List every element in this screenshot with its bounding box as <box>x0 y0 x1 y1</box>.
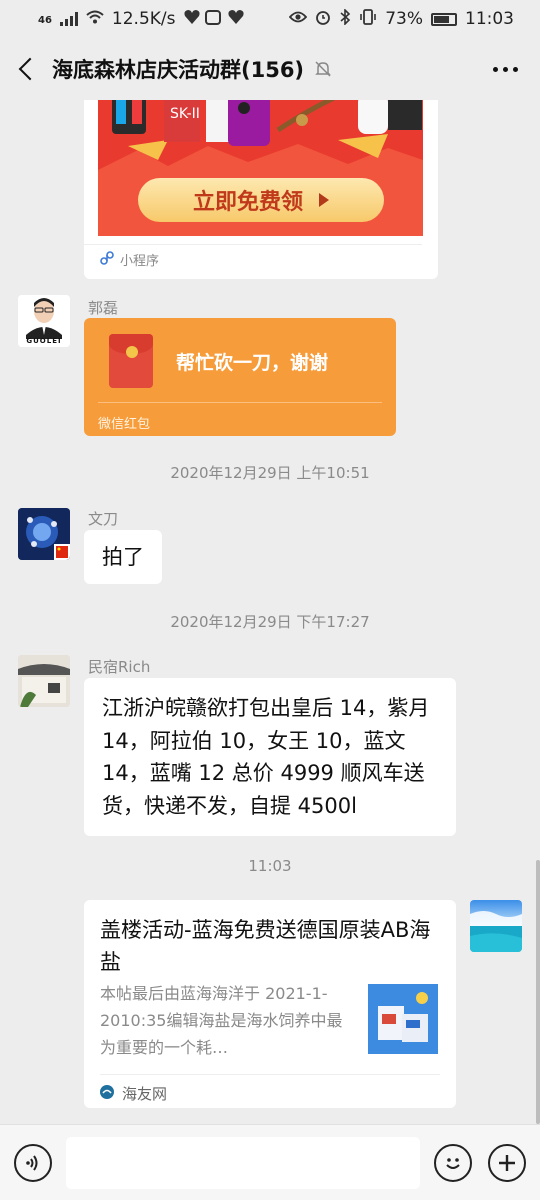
avatar-caption: GUOLEI <box>26 337 62 345</box>
link-source-name: 海友网 <box>122 1085 168 1103</box>
health-icon <box>183 9 246 30</box>
claim-free-button[interactable]: 立即免费领 <box>138 178 384 222</box>
red-packet-message[interactable]: 帮忙砍一刀，谢谢 微信红包 <box>84 318 396 436</box>
bluetooth-icon <box>339 7 351 30</box>
timestamp: 11:03 <box>248 857 292 875</box>
timestamp: 2020年12月29日 上午10:51 <box>170 464 370 482</box>
voice-icon <box>26 1155 38 1171</box>
clock: 11:03 <box>465 9 514 29</box>
mini-program-footer: 小程序 <box>84 244 422 274</box>
vibrate-icon <box>359 8 377 30</box>
avatar-guolei[interactable]: GUOLEI <box>18 295 70 347</box>
add-button[interactable] <box>488 1144 526 1182</box>
back-arrow-icon <box>18 57 42 81</box>
voice-button[interactable] <box>14 1144 52 1182</box>
sender-name: 民宿Rich <box>88 658 151 676</box>
mini-program-icon <box>100 250 114 269</box>
mini-program-card[interactable]: SK-II 立即免费领 小程序 <box>84 100 438 279</box>
link-card[interactable]: 盖楼活动-蓝海免费送德国原装AB海盐 本帖最后由蓝海海洋于 2021-1-201… <box>84 900 456 1108</box>
red-packet-icon <box>109 334 153 388</box>
input-bar <box>0 1124 540 1200</box>
status-bar: 46 12.5K/s 73% 11:03 <box>0 0 540 38</box>
alarm-icon <box>315 9 331 30</box>
chat-header: 海底森林店庆活动群(156) <box>0 38 540 100</box>
emoji-button[interactable] <box>434 1144 472 1182</box>
mini-program-label: 小程序 <box>120 254 160 269</box>
plus-icon <box>499 1155 515 1171</box>
avatar-wendao[interactable] <box>18 508 70 560</box>
chat-area[interactable]: SK-II 立即免费领 小程序 GUOLEI 郭磊 帮忙砍一刀，谢谢 微信红包 … <box>0 100 540 1124</box>
haiyou-logo-icon <box>100 1084 114 1103</box>
play-triangle-icon <box>319 193 329 207</box>
timestamp: 2020年12月29日 下午17:27 <box>170 613 370 631</box>
red-packet-text: 帮忙砍一刀，谢谢 <box>176 352 329 374</box>
sender-name: 郭磊 <box>88 299 119 317</box>
chat-scrollbar[interactable] <box>536 860 540 1124</box>
sender-name: 文刀 <box>88 510 119 528</box>
signal-icon <box>59 12 78 26</box>
eye-icon <box>288 9 308 29</box>
battery-percent: 73% <box>385 9 423 29</box>
more-options-button[interactable] <box>470 38 540 100</box>
chat-title: 海底森林店庆活动群(156) <box>52 58 305 82</box>
message-bubble[interactable]: 拍了 <box>84 530 162 584</box>
link-description: 本帖最后由蓝海海洋于 2021-1-2010:35编辑海盐是海水饲养中最为重要的… <box>100 984 343 1057</box>
mini-program-banner: SK-II 立即免费领 <box>98 100 423 236</box>
message-input[interactable] <box>66 1137 420 1189</box>
battery-icon <box>431 12 457 26</box>
link-title: 盖楼活动-蓝海免费送德国原装AB海盐 <box>100 918 431 974</box>
claim-free-label: 立即免费领 <box>192 190 303 215</box>
network-type: 46 <box>38 14 52 26</box>
red-packet-footer: 微信红包 <box>98 402 382 432</box>
wifi-icon <box>86 9 104 29</box>
avatar-self[interactable] <box>470 900 522 952</box>
svg-text:SK-II: SK-II <box>170 106 200 122</box>
emoji-icon <box>446 1158 460 1169</box>
network-speed: 12.5K/s <box>111 9 176 29</box>
message-bubble[interactable]: 江浙沪皖赣欲打包出皇后 14，紫月 14，阿拉伯 10，女王 10，蓝文 14，… <box>84 678 456 836</box>
link-source: 海友网 <box>100 1074 440 1104</box>
mute-bell-icon <box>312 58 334 80</box>
link-thumbnail <box>368 984 438 1054</box>
back-button[interactable] <box>0 38 52 100</box>
avatar-minsu-rich[interactable] <box>18 655 70 707</box>
